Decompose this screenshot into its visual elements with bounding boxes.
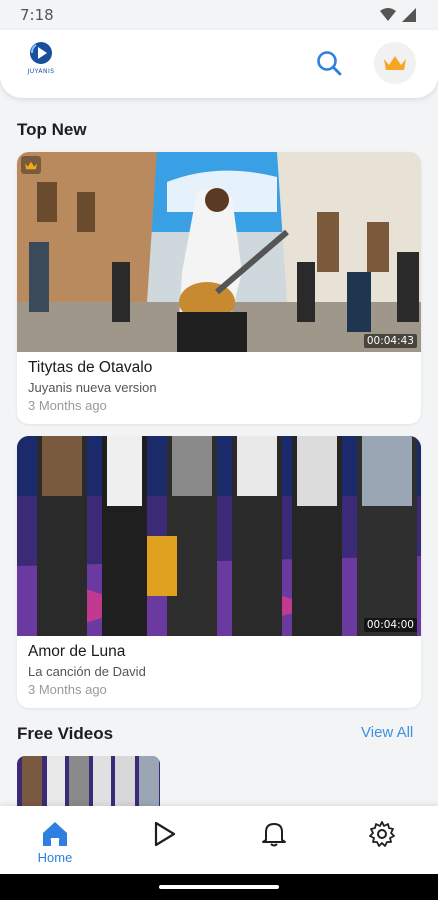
- view-all-link[interactable]: View All: [361, 724, 413, 741]
- video-timestamp: 3 Months ago: [28, 682, 107, 697]
- nav-home-label: Home: [37, 850, 73, 865]
- logo-label: JUYANIS: [27, 68, 55, 75]
- video-card[interactable]: 00:04:00 Amor de Luna La canción de Davi…: [17, 436, 421, 708]
- gesture-handle[interactable]: [159, 885, 279, 889]
- search-button[interactable]: [308, 42, 350, 84]
- thumbnail-image: [17, 152, 421, 352]
- status-icons: [380, 8, 416, 22]
- top-new-heading: Top New: [17, 120, 87, 139]
- free-videos-heading: Free Videos: [17, 724, 114, 743]
- status-time: 7:18: [20, 6, 54, 24]
- video-duration: 00:04:43: [363, 334, 417, 348]
- nav-home[interactable]: Home: [25, 820, 85, 870]
- app-logo[interactable]: JUYANIS: [22, 40, 60, 82]
- wifi-icon: [380, 8, 396, 21]
- play-icon: [154, 821, 176, 847]
- free-video-thumbnail[interactable]: [17, 756, 160, 808]
- nav-notifications[interactable]: [244, 820, 304, 870]
- nav-videos[interactable]: [134, 820, 194, 870]
- video-duration: 00:04:00: [363, 618, 417, 632]
- video-thumbnail[interactable]: 00:04:43: [17, 152, 421, 352]
- video-timestamp: 3 Months ago: [28, 398, 107, 413]
- thumbnail-image: [17, 756, 160, 808]
- video-thumbnail[interactable]: 00:04:00: [17, 436, 421, 636]
- nav-settings[interactable]: [352, 820, 412, 870]
- logo-play-icon: [30, 42, 52, 64]
- status-bar: 7:18: [0, 0, 438, 30]
- bell-icon: [262, 823, 286, 847]
- video-card[interactable]: 00:04:43 Titytas de Otavalo Juyanis nuev…: [17, 152, 421, 424]
- app-header: JUYANIS: [0, 30, 438, 98]
- video-title: Amor de Luna: [28, 643, 126, 660]
- premium-badge: [21, 156, 41, 174]
- video-title: Titytas de Otavalo: [28, 359, 153, 376]
- bottom-nav: Home: [0, 806, 438, 874]
- home-icon: [43, 822, 67, 846]
- thumbnail-image: [17, 436, 421, 636]
- video-subtitle: Juyanis nueva version: [28, 380, 157, 395]
- crown-icon: [25, 161, 37, 169]
- search-icon: [317, 51, 342, 76]
- gear-icon: [369, 821, 395, 847]
- premium-button[interactable]: [374, 42, 416, 84]
- crown-icon: [384, 56, 406, 70]
- signal-icon: [402, 8, 416, 22]
- gesture-bar: [0, 874, 438, 900]
- video-subtitle: La canción de David: [28, 664, 146, 679]
